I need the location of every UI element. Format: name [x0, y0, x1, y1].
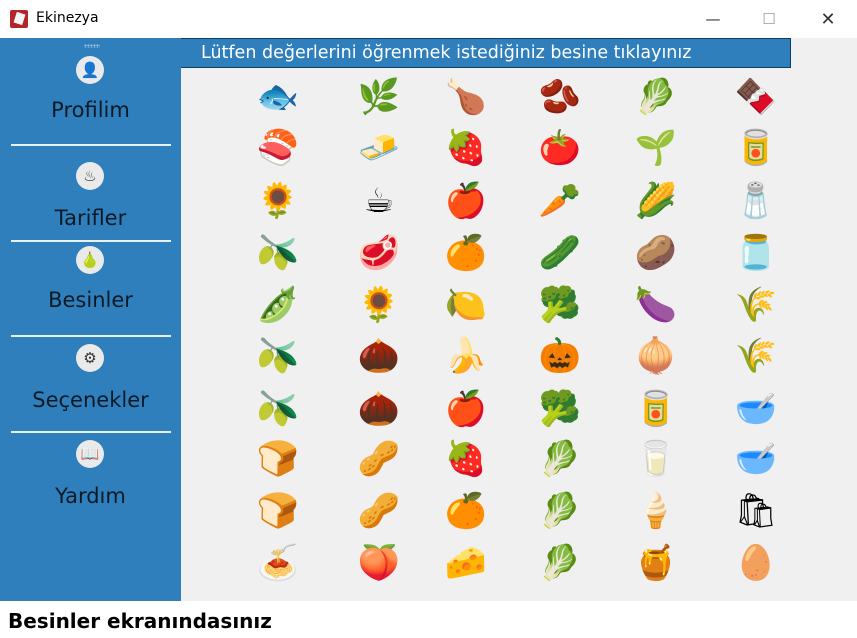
- window-title: Ekinezya: [36, 10, 99, 26]
- food-item[interactable]: 🫙: [731, 230, 781, 276]
- food-item[interactable]: 🌾: [731, 333, 781, 379]
- food-item[interactable]: 🌾: [731, 282, 781, 328]
- food-item[interactable]: 🥦: [535, 282, 585, 328]
- oven-icon: ♨: [76, 162, 104, 190]
- food-grid: 🐟 🌿 🍗 🫘 🥬 🍫 🍣 🧈 🍓 🍅 🌱 🥫 🌻 ☕ 🍎 🥕 🌽 🧂 🫒 🥩 🍊 🥒 🥔 🫙 🫛 🌻 🍋 🥦 🍆 🌾 🫒 🌰 🍌 🎃 🧅 🌾 🫒 🌰 🍎 🥦…: [181, 68, 857, 601]
- food-item[interactable]: 🌱: [631, 125, 681, 171]
- food-item[interactable]: 🌽: [631, 178, 681, 224]
- sidebar-item-secenekler[interactable]: ⚙ Seçenekler: [0, 342, 181, 430]
- food-item[interactable]: 🫒: [253, 230, 303, 276]
- food-item[interactable]: 🍌: [441, 333, 491, 379]
- food-item[interactable]: 🥫: [731, 125, 781, 171]
- food-item[interactable]: 🥜: [354, 436, 404, 482]
- food-item[interactable]: 🥜: [354, 488, 404, 534]
- food-item[interactable]: 🌰: [354, 386, 404, 432]
- food-item[interactable]: 🥬: [535, 436, 585, 482]
- food-item[interactable]: 🧅: [631, 333, 681, 379]
- food-item[interactable]: 🌰: [354, 333, 404, 379]
- food-item[interactable]: 🍆: [631, 282, 681, 328]
- food-item[interactable]: 🥫: [631, 386, 681, 432]
- sidebar-divider: [11, 431, 171, 433]
- food-item[interactable]: 🥬: [535, 488, 585, 534]
- book-icon: 📖: [76, 440, 104, 468]
- status-bar: Besinler ekranındasınız: [0, 601, 857, 638]
- food-item[interactable]: 🍎: [441, 386, 491, 432]
- food-item[interactable]: 🥔: [631, 230, 681, 276]
- food-item[interactable]: 🐟: [253, 74, 303, 120]
- page-title: Lütfen değerlerini öğrenmek istediğiniz …: [181, 38, 791, 68]
- gear-icon: ⚙: [76, 344, 104, 372]
- sidebar-item-label: Tarifler: [54, 206, 127, 230]
- sidebar-item-yardim[interactable]: 📖 Yardım: [0, 438, 181, 528]
- food-item[interactable]: 🥚: [731, 540, 781, 586]
- food-item[interactable]: 🍞: [253, 488, 303, 534]
- food-item[interactable]: 🧀: [441, 540, 491, 586]
- sidebar-divider: [11, 335, 171, 337]
- food-item[interactable]: 🍦: [631, 488, 681, 534]
- food-item[interactable]: 🍅: [535, 125, 585, 171]
- food-item[interactable]: 🫒: [253, 333, 303, 379]
- sidebar-divider: [11, 240, 171, 242]
- minimize-button[interactable]: —: [690, 0, 736, 38]
- food-item[interactable]: 🥛: [631, 436, 681, 482]
- food-item[interactable]: 🍎: [441, 178, 491, 224]
- sidebar-item-label: Besinler: [48, 288, 133, 312]
- sidebar-item-besinler[interactable]: 🍐 Besinler: [0, 244, 181, 334]
- food-item[interactable]: 🍣: [253, 125, 303, 171]
- status-text: Besinler ekranındasınız: [8, 609, 272, 633]
- food-item[interactable]: 🍊: [441, 230, 491, 276]
- food-item[interactable]: 🥒: [535, 230, 585, 276]
- sidebar-item-label: Seçenekler: [32, 388, 149, 412]
- food-item[interactable]: 🥕: [535, 178, 585, 224]
- food-item[interactable]: 🧈: [354, 125, 404, 171]
- food-item[interactable]: 🛍: [731, 488, 781, 534]
- sidebar-divider: [11, 144, 171, 146]
- food-item[interactable]: 🌿: [354, 74, 404, 120]
- food-item[interactable]: 🥣: [731, 386, 781, 432]
- title-bar: Ekinezya — ☐ ✕: [0, 0, 857, 38]
- food-item[interactable]: 🥣: [731, 436, 781, 482]
- food-item[interactable]: 🫒: [253, 386, 303, 432]
- food-item[interactable]: 🍋: [441, 282, 491, 328]
- food-item[interactable]: 🫘: [535, 74, 585, 120]
- food-item[interactable]: 🍓: [441, 436, 491, 482]
- food-item[interactable]: 🎃: [535, 333, 585, 379]
- maximize-button[interactable]: ☐: [746, 0, 792, 38]
- food-item[interactable]: 🍗: [441, 74, 491, 120]
- sidebar-item-tarifler[interactable]: ♨ Tarifler: [0, 156, 181, 240]
- food-item[interactable]: 🥬: [631, 74, 681, 120]
- user-icon: 👤: [76, 56, 104, 84]
- food-item[interactable]: 🫛: [253, 282, 303, 328]
- food-item[interactable]: 🥬: [535, 540, 585, 586]
- food-item[interactable]: 🍫: [731, 74, 781, 120]
- food-item[interactable]: 🍑: [354, 540, 404, 586]
- sidebar-item-profilim[interactable]: 👤 Profilim: [0, 48, 181, 148]
- pear-icon: 🍐: [76, 246, 104, 274]
- food-item[interactable]: 🍞: [253, 436, 303, 482]
- food-item[interactable]: ☕: [354, 178, 404, 224]
- sidebar-item-label: Yardım: [55, 484, 126, 508]
- food-item[interactable]: 🍓: [441, 125, 491, 171]
- food-item[interactable]: 🍊: [441, 488, 491, 534]
- food-item[interactable]: 🍝: [253, 540, 303, 586]
- sidebar-item-label: Profilim: [51, 98, 130, 122]
- sidebar: 👤 Profilim ♨ Tarifler 🍐 Besinler ⚙ Seçen…: [0, 38, 181, 601]
- food-item[interactable]: 🧂: [731, 178, 781, 224]
- food-item[interactable]: 🍯: [631, 540, 681, 586]
- food-item[interactable]: 🥦: [535, 386, 585, 432]
- food-item[interactable]: 🌻: [253, 178, 303, 224]
- close-button[interactable]: ✕: [805, 0, 851, 38]
- app-icon: [10, 10, 28, 28]
- food-item[interactable]: 🌻: [354, 282, 404, 328]
- food-item[interactable]: 🥩: [354, 230, 404, 276]
